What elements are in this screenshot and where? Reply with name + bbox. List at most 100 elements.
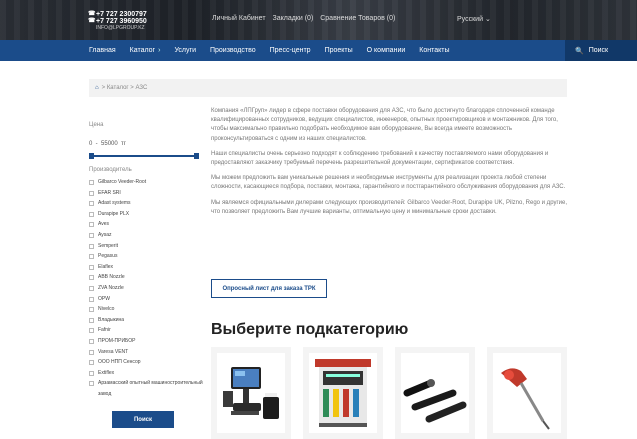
subcategory-cards bbox=[211, 347, 579, 439]
price-min-input[interactable]: 0 bbox=[89, 141, 92, 147]
maker-label: EFAR SRI bbox=[98, 189, 121, 196]
maker-checkbox-row[interactable]: Pegasus bbox=[89, 251, 209, 262]
maker-checkbox-row[interactable]: EFAR SRI bbox=[89, 188, 209, 199]
price-range-inputs: 0 - 55000 тг bbox=[89, 141, 126, 147]
language-select[interactable]: Русский ⌄ bbox=[457, 15, 491, 23]
subcategory-card-nozzles[interactable] bbox=[487, 347, 567, 439]
maker-checkbox-row[interactable]: Semperit bbox=[89, 241, 209, 252]
nav-home[interactable]: Главная bbox=[89, 47, 116, 54]
maker-checkbox[interactable] bbox=[89, 243, 94, 249]
maker-checkbox[interactable] bbox=[89, 370, 94, 376]
nozzle-image bbox=[493, 353, 561, 433]
maker-checkbox[interactable] bbox=[89, 328, 94, 334]
nav-catalog[interactable]: Каталог bbox=[130, 47, 161, 54]
maker-label: Aysaz bbox=[98, 231, 112, 238]
maker-label: ПРОМ-ПРИБОР bbox=[98, 337, 136, 344]
maker-checkbox[interactable] bbox=[89, 201, 94, 207]
maker-checkbox[interactable] bbox=[89, 232, 94, 238]
maker-label: Elaflex bbox=[98, 263, 114, 270]
nav-projects[interactable]: Проекты bbox=[325, 47, 353, 54]
maker-label: Pegasus bbox=[98, 253, 118, 260]
subcategory-card-fuel-dispensers[interactable] bbox=[303, 347, 383, 439]
nav-contacts[interactable]: Контакты bbox=[419, 47, 449, 54]
maker-label: ООО НПП Сенсор bbox=[98, 359, 141, 366]
maker-checkbox-row[interactable]: Aysaz bbox=[89, 230, 209, 241]
slider-handle-min[interactable] bbox=[89, 153, 94, 159]
nav-about[interactable]: О компании bbox=[367, 47, 406, 54]
maker-checkbox-row[interactable]: Elaflex bbox=[89, 262, 209, 273]
maker-checkbox-row[interactable]: Gilbarco Veeder-Root bbox=[89, 177, 209, 188]
phone-2[interactable]: ☎ +7 727 3960950 bbox=[88, 18, 147, 25]
maker-label: OPW bbox=[98, 295, 110, 302]
maker-checkbox-row[interactable]: Fafnir bbox=[89, 325, 209, 336]
questionnaire-button[interactable]: Опросный лист для заказа ТРК bbox=[211, 279, 327, 298]
maker-checkbox[interactable] bbox=[89, 381, 94, 387]
maker-label: Nivelco bbox=[98, 306, 115, 313]
maker-checkbox[interactable] bbox=[89, 254, 94, 260]
pipes-image bbox=[401, 353, 469, 433]
maker-label: Арзамасский опытный машиностроительный з… bbox=[98, 380, 203, 397]
slider-handle-max[interactable] bbox=[194, 153, 199, 159]
maker-checkbox[interactable] bbox=[89, 360, 94, 366]
phone-icon: ☎ bbox=[88, 11, 96, 17]
nav-press[interactable]: Пресс-центр bbox=[270, 47, 311, 54]
maker-checkbox[interactable] bbox=[89, 296, 94, 302]
maker-checkbox[interactable] bbox=[89, 264, 94, 270]
maker-checkbox-row[interactable]: Арзамасский опытный машиностроительный з… bbox=[89, 378, 209, 399]
account-links: Личный Кабинет Закладки (0) Сравнение То… bbox=[212, 15, 400, 22]
subcategory-card-pipes[interactable] bbox=[395, 347, 475, 439]
paragraph: Мы являемся официальными дилерами следую… bbox=[211, 199, 568, 215]
paragraph: Наши специалисты очень серьезно подходят… bbox=[211, 150, 549, 167]
email-link[interactable]: INFO@LPGROUP.KZ bbox=[88, 25, 147, 31]
compare-link[interactable]: Сравнение Товаров (0) bbox=[320, 15, 395, 22]
header-search-button[interactable]: 🔍 Поиск bbox=[565, 40, 637, 61]
maker-checkbox-row[interactable]: Aves bbox=[89, 219, 209, 230]
maker-checkbox-row[interactable]: ПРОМ-ПРИБОР bbox=[89, 336, 209, 347]
maker-checkbox-row[interactable]: Durapipe PLX bbox=[89, 209, 209, 220]
breadcrumb-separator: > bbox=[101, 85, 106, 91]
breadcrumb-current: АЗС bbox=[135, 85, 148, 91]
maker-label: Semperit bbox=[98, 242, 119, 249]
home-icon[interactable]: ⌂ bbox=[95, 85, 99, 91]
maker-checkbox[interactable] bbox=[89, 275, 94, 281]
maker-checkbox-row[interactable]: Extiflex bbox=[89, 368, 209, 379]
price-unit: тг bbox=[121, 141, 126, 147]
maker-checkbox-row[interactable]: Varesa VENT bbox=[89, 347, 209, 358]
nav-services[interactable]: Услуги bbox=[174, 47, 196, 54]
maker-checkbox-row[interactable]: ООО НПП Сенсор bbox=[89, 357, 209, 368]
maker-checkbox-row[interactable]: ABB Nozzle bbox=[89, 272, 209, 283]
maker-label: Extiflex bbox=[98, 369, 115, 376]
search-icon: 🔍 bbox=[575, 47, 584, 55]
maker-checkbox-row[interactable]: OPW bbox=[89, 294, 209, 305]
filter-sidebar: Цена bbox=[89, 122, 199, 128]
phone-1[interactable]: ☎ +7 727 2300797 bbox=[88, 11, 147, 18]
maker-checkbox-row[interactable]: ZVA Nozzle bbox=[89, 283, 209, 294]
bookmarks-link[interactable]: Закладки (0) bbox=[272, 15, 313, 22]
makers-title: Производитель bbox=[89, 167, 132, 173]
subcategory-card-pos-terminal[interactable] bbox=[211, 347, 291, 439]
paragraph: Мы можем предложить вам уникальные решен… bbox=[211, 175, 566, 191]
breadcrumb-catalog[interactable]: Каталог bbox=[107, 85, 129, 91]
nav-production[interactable]: Производство bbox=[210, 47, 256, 54]
maker-label: Владыкина bbox=[98, 316, 125, 323]
maker-checkbox[interactable] bbox=[89, 349, 94, 355]
maker-checkbox[interactable] bbox=[89, 222, 94, 228]
maker-checkbox-row[interactable]: Nivelco bbox=[89, 304, 209, 315]
maker-checkbox[interactable] bbox=[89, 285, 94, 291]
filter-search-button[interactable]: Поиск bbox=[112, 411, 174, 428]
account-link[interactable]: Личный Кабинет bbox=[212, 15, 266, 22]
maker-checkbox[interactable] bbox=[89, 338, 94, 344]
maker-checkbox[interactable] bbox=[89, 180, 94, 185]
maker-label: Durapipe PLX bbox=[98, 210, 130, 217]
maker-checkbox[interactable] bbox=[89, 190, 94, 196]
maker-label: Gilbarco Veeder-Root bbox=[98, 179, 147, 185]
maker-checkbox[interactable] bbox=[89, 317, 94, 323]
maker-checkbox-row[interactable]: Adast systems bbox=[89, 198, 209, 209]
price-slider[interactable] bbox=[89, 153, 199, 159]
maker-checkbox-row[interactable]: Владыкина bbox=[89, 315, 209, 326]
makers-list: Gilbarco Veeder-Root EFAR SRI Adast system… bbox=[89, 177, 209, 399]
main-nav: Главная Каталог Услуги Производство Прес… bbox=[0, 40, 637, 61]
price-max-input[interactable]: 55000 bbox=[101, 141, 118, 147]
maker-checkbox[interactable] bbox=[89, 307, 94, 313]
maker-checkbox[interactable] bbox=[89, 211, 94, 217]
